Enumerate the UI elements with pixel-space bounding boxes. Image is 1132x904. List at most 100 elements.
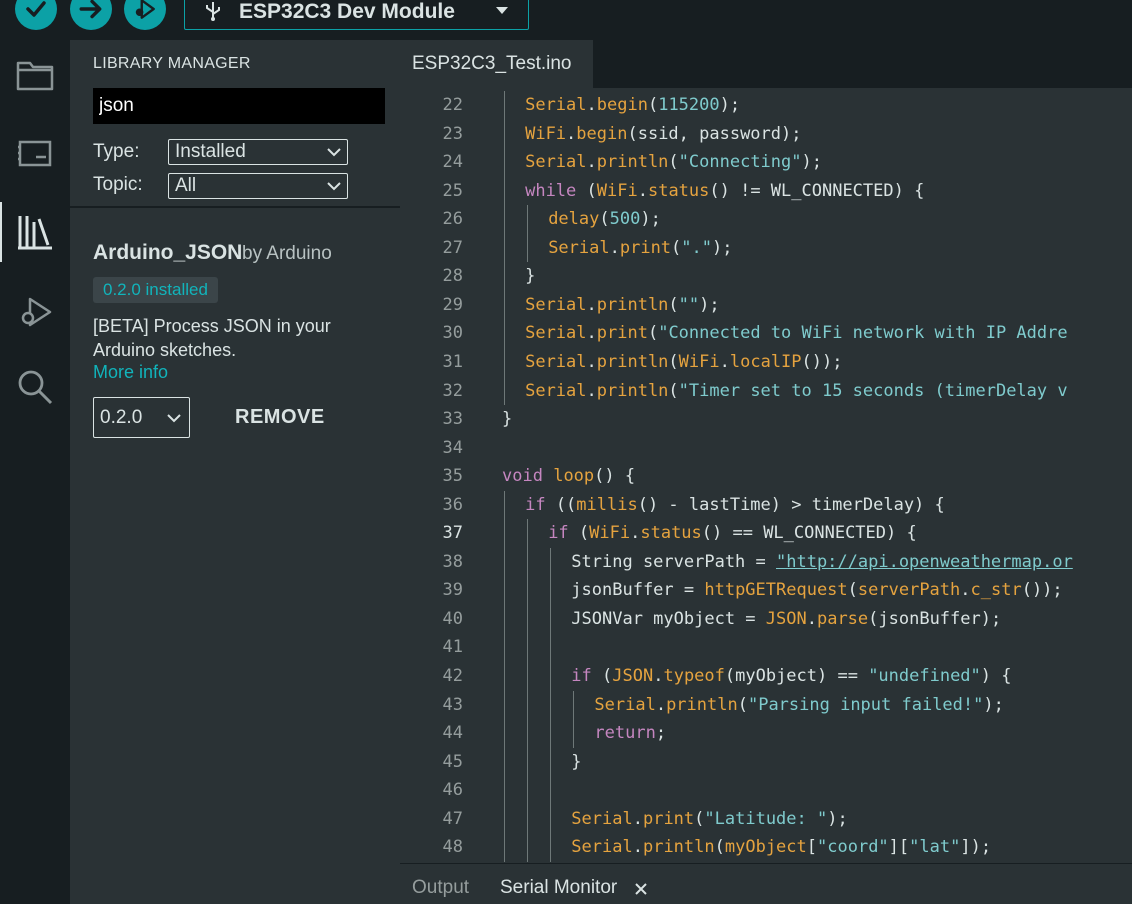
line-number: 40 [442, 608, 463, 629]
line-number: 39 [442, 580, 463, 601]
type-select[interactable]: Installed [168, 139, 348, 165]
verify-button[interactable] [15, 0, 57, 30]
code-line: Serial.println("Timer set to 15 seconds … [525, 380, 1068, 401]
line-number: 45 [442, 751, 463, 772]
code-line: if (JSON.typeof(myObject) == "undefined"… [571, 666, 1012, 686]
indent-guide [573, 690, 575, 748]
remove-button[interactable]: REMOVE [235, 406, 325, 429]
code-line: if (WiFi.status() == WL_CONNECTED) { [548, 523, 917, 544]
code-line: if ((millis() - lastTime) > timerDelay) … [525, 494, 945, 515]
library-manager-panel: LIBRARY MANAGER Type: Installed Topic: A… [70, 40, 400, 904]
indent-guide [504, 91, 505, 406]
library-description: [BETA] Process JSON in your Arduino sket… [93, 316, 331, 360]
line-number: 36 [442, 494, 463, 515]
code-line: Serial.println("Connecting"); [525, 152, 822, 173]
debug-icon [21, 297, 52, 327]
line-number: 47 [442, 808, 463, 829]
line-number: 34 [442, 437, 463, 458]
indent-guide [550, 547, 552, 862]
tab-sketch-file[interactable]: ESP32C3_Test.ino [400, 40, 593, 88]
arrow-right-icon [79, 0, 102, 19]
line-number: 38 [442, 551, 463, 572]
installed-badge: 0.2.0 installed [93, 277, 218, 303]
line-number: 29 [442, 294, 463, 315]
chevron-down-icon [327, 182, 341, 191]
line-number: 31 [442, 351, 463, 372]
code-line: WiFi.begin(ssid, password); [525, 123, 802, 144]
line-number: 48 [442, 837, 463, 858]
line-number: 22 [442, 95, 463, 115]
code-line: Serial.println(WiFi.localIP()); [525, 351, 843, 372]
version-select[interactable]: 0.2.0 [93, 397, 190, 438]
board-selector[interactable]: ESP32C3 Dev Module [184, 0, 529, 30]
line-number: 27 [442, 237, 463, 258]
chevron-down-icon [496, 7, 508, 14]
chevron-down-icon [167, 414, 181, 423]
line-number: 24 [442, 152, 463, 173]
panel-title: LIBRARY MANAGER [93, 55, 251, 72]
library-icon [18, 216, 52, 250]
topic-label: Topic: [93, 174, 143, 195]
topic-select[interactable]: All [168, 173, 348, 199]
line-number: 43 [442, 694, 463, 715]
line-number: 46 [442, 780, 463, 801]
debug-button[interactable] [124, 0, 166, 30]
search-activity-button[interactable] [0, 357, 70, 417]
line-number: 33 [442, 409, 463, 430]
folder-icon [16, 61, 54, 91]
divider [70, 206, 400, 208]
line-number: 28 [442, 266, 463, 287]
library-author: by Arduino [242, 243, 332, 264]
code-line: } [502, 409, 513, 430]
code-line: while (WiFi.status() != WL_CONNECTED) { [525, 180, 925, 201]
code-line: Serial.print("."); [548, 237, 733, 258]
code-line: delay(500); [548, 209, 661, 230]
upload-button[interactable] [70, 0, 112, 30]
library-search-input[interactable] [93, 88, 385, 124]
tab-label: Serial Monitor [500, 877, 618, 898]
line-number: 23 [442, 123, 463, 144]
code-line: Serial.print("Latitude: "); [571, 808, 848, 829]
code-line: void loop() { [502, 466, 636, 487]
boards-manager-button[interactable] [0, 123, 70, 183]
line-number: 30 [442, 323, 463, 344]
tab-output[interactable]: Output [412, 877, 469, 899]
check-icon [26, 1, 46, 17]
tab-label: ESP32C3_Test.ino [412, 53, 572, 74]
chevron-down-icon [327, 148, 341, 157]
code-line: Serial.begin(115200); [525, 95, 741, 115]
code-line: return; [594, 723, 667, 744]
version-value: 0.2.0 [100, 407, 143, 428]
code-line: Serial.print("Connected to WiFi network … [525, 323, 1068, 344]
line-number: 42 [442, 666, 463, 686]
line-number: 44 [442, 723, 463, 744]
library-name: Arduino_JSON [93, 241, 243, 264]
line-number: 25 [442, 180, 463, 201]
toolbar: ESP32C3 Dev Module [0, 0, 1132, 40]
editor-tab-bar: ESP32C3_Test.ino [400, 40, 1132, 88]
indent-guide [527, 205, 529, 263]
code-line: } [525, 266, 536, 287]
code-line: Serial.println(""); [525, 294, 720, 315]
sketchbook-button[interactable] [0, 45, 70, 105]
code-line: String serverPath = "http://api.openweat… [571, 551, 1073, 572]
library-manager-button[interactable] [0, 202, 70, 262]
code-editor[interactable]: 22 23 24 25 26 27 28 29 30 31 32 33 34 35 36 37 38 39 40 41… [400, 88, 1132, 863]
search-icon [18, 370, 53, 405]
more-info-link[interactable]: More info [93, 362, 168, 383]
close-icon[interactable] [634, 882, 648, 896]
debug-activity-button[interactable] [0, 282, 70, 342]
code-line: jsonBuffer = httpGETRequest(serverPath.c… [571, 580, 1063, 601]
debug-icon [135, 0, 155, 19]
line-number: 41 [442, 637, 463, 658]
type-value: Installed [175, 141, 246, 162]
topic-value: All [175, 175, 197, 196]
line-number: 26 [442, 209, 463, 230]
line-number: 37 [442, 523, 463, 544]
code-line: Serial.println("Parsing input failed!"); [594, 694, 1004, 715]
indent-guide [527, 519, 529, 862]
code-line: Serial.println(myObject["coord"]["lat"])… [571, 837, 992, 858]
bottom-panel: Output Serial Monitor [400, 863, 1132, 904]
indent-guide [504, 490, 505, 862]
usb-icon [206, 2, 220, 21]
